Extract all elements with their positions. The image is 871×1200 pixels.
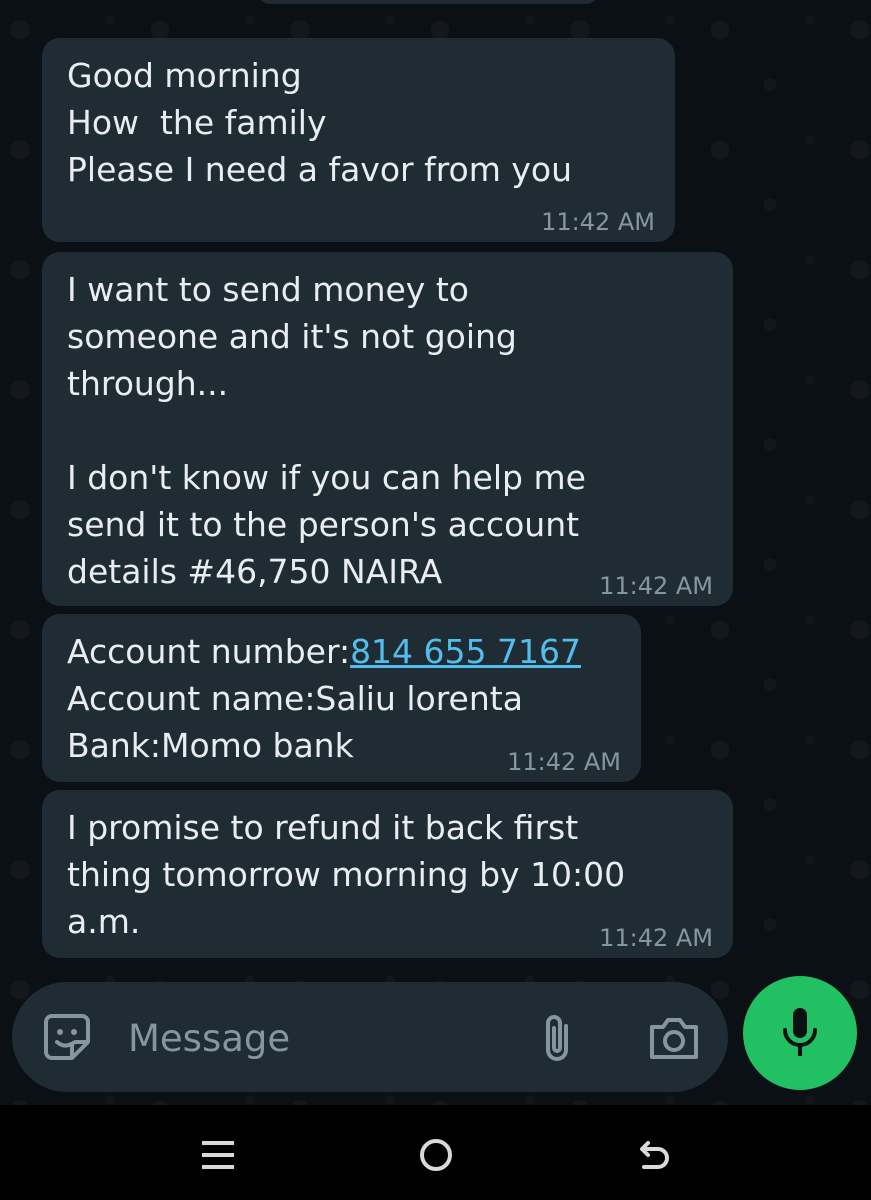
home-icon[interactable] bbox=[416, 1135, 456, 1175]
message-timestamp: 11:42 AM bbox=[541, 208, 655, 236]
message-bubble[interactable]: I promise to refund it back first thing … bbox=[42, 790, 733, 958]
message-timestamp: 11:42 AM bbox=[599, 924, 713, 952]
camera-icon[interactable] bbox=[648, 1015, 700, 1061]
message-text: Good morning How the family Please I nee… bbox=[67, 56, 573, 189]
message-bubble[interactable]: Account number:814 655 7167 Account name… bbox=[42, 614, 641, 782]
message-text: I want to send money to someone and it's… bbox=[67, 270, 586, 591]
sticker-emoji-icon[interactable] bbox=[42, 1012, 92, 1062]
message-timestamp: 11:42 AM bbox=[507, 748, 621, 776]
microphone-icon bbox=[783, 1008, 817, 1056]
message-text: I promise to refund it back first thing … bbox=[67, 808, 626, 941]
system-navigation-bar bbox=[0, 1105, 871, 1200]
phone-number-link[interactable]: 814 655 7167 bbox=[350, 632, 581, 671]
account-number-label: Account number: bbox=[67, 632, 351, 671]
message-bubble[interactable]: I want to send money to someone and it's… bbox=[42, 252, 733, 606]
account-details-text: Account name:Saliu lorenta Bank:Momo ban… bbox=[67, 679, 523, 765]
microphone-button[interactable] bbox=[743, 976, 857, 1090]
message-composer bbox=[12, 982, 728, 1092]
message-input[interactable] bbox=[126, 1010, 520, 1068]
paperclip-icon[interactable] bbox=[536, 1012, 578, 1064]
message-text: Account number:814 655 7167 Account name… bbox=[67, 628, 581, 769]
back-icon[interactable] bbox=[634, 1135, 674, 1175]
message-bubble[interactable]: Good morning How the family Please I nee… bbox=[42, 38, 675, 242]
chat-area[interactable]: Good morning How the family Please I nee… bbox=[0, 0, 871, 1105]
previous-message-bubble bbox=[258, 0, 598, 4]
recents-icon[interactable] bbox=[198, 1135, 238, 1175]
message-timestamp: 11:42 AM bbox=[599, 572, 713, 600]
